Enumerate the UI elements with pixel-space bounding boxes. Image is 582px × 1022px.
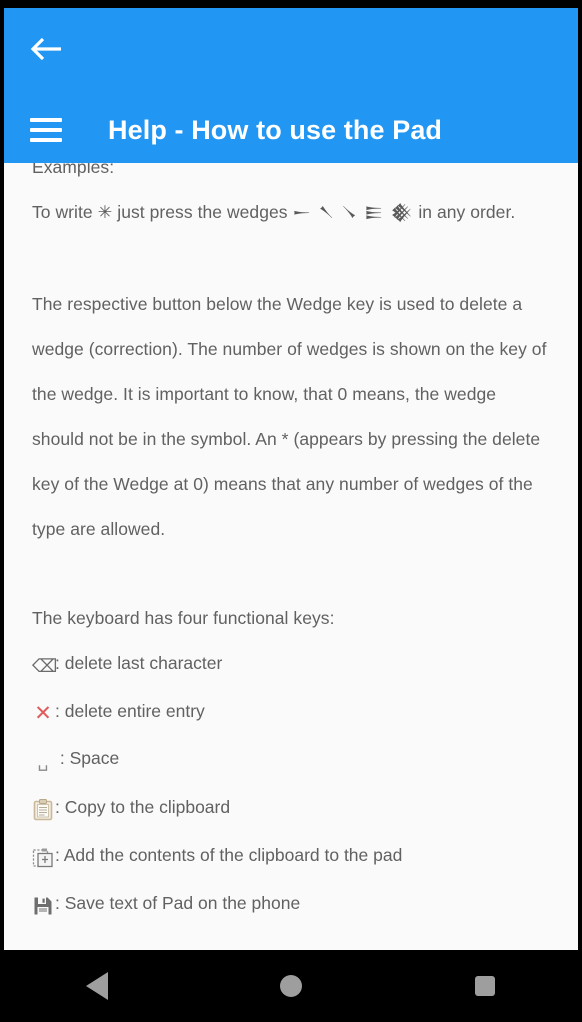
functional-keys-list: ⌫: delete last character ✕: delete entir…	[32, 641, 552, 929]
back-button[interactable]	[22, 24, 72, 74]
list-item: : Save text of Pad on the phone	[32, 881, 552, 929]
list-item-label: : Add the contents of the clipboard to t…	[55, 845, 403, 865]
list-item: : Add the contents of the clipboard to t…	[32, 833, 552, 881]
list-item: ⌫: delete last character	[32, 641, 552, 689]
list-item-label: : delete last character	[55, 653, 223, 673]
example-text-part2: just press the wedges	[117, 202, 288, 222]
list-item: ✕: delete entire entry	[32, 689, 552, 736]
cuneiform-wedges-icon: 𒀸 𒀹 𒀺 𒀼 𒀽	[292, 203, 414, 223]
list-item: ␣ : Space	[32, 736, 552, 785]
paragraph-spacer-2	[32, 552, 552, 596]
square-recents-icon	[475, 976, 495, 996]
paragraph-spacer-1	[32, 236, 552, 282]
example-text-part3: in any	[418, 202, 466, 222]
space-icon: ␣	[37, 752, 49, 772]
red-x-icon: ✕	[34, 701, 52, 725]
list-item-label: : Space	[55, 748, 120, 768]
paste-icon	[32, 836, 54, 881]
arrow-left-icon	[30, 35, 64, 63]
clipped-examples-heading: Examples:	[32, 163, 115, 177]
app-screen: Help - How to use the Pad Examples: To w…	[4, 8, 578, 950]
android-device-frame: Help - How to use the Pad Examples: To w…	[0, 0, 582, 1022]
example-instruction-paragraph: To write ✳ just press the wedges 𒀸 𒀹 𒀺 𒀼…	[32, 190, 552, 236]
list-item-label: : Copy to the clipboard	[55, 797, 231, 817]
example-text-part1: To write	[32, 202, 93, 222]
functional-keys-intro: The keyboard has four functional keys:	[32, 608, 335, 628]
nav-back-button[interactable]	[37, 950, 157, 1022]
list-item-label: : Save text of Pad on the phone	[55, 893, 301, 913]
nav-home-button[interactable]	[231, 950, 351, 1022]
clipboard-icon	[32, 788, 54, 833]
page-title: Help - How to use the Pad	[108, 115, 443, 145]
nav-recents-button[interactable]	[425, 950, 545, 1022]
help-content-scroll-area[interactable]: Examples: To write ✳ just press the wedg…	[4, 163, 578, 950]
backspace-icon: ⌫	[32, 656, 58, 677]
floppy-save-icon	[32, 884, 54, 929]
android-navigation-bar	[0, 950, 582, 1022]
list-item-label: : delete entire entry	[55, 701, 205, 721]
list-item: : Copy to the clipboard	[32, 785, 552, 833]
example-text-part4: order.	[470, 202, 516, 222]
hamburger-menu-icon	[30, 118, 62, 142]
star-wedge-symbol-icon: ✳	[97, 203, 113, 223]
wedge-key-description-paragraph: The respective button below the Wedge ke…	[32, 294, 547, 539]
triangle-back-icon	[86, 972, 108, 1000]
hamburger-menu-button[interactable]	[22, 106, 70, 154]
circle-home-icon	[280, 975, 302, 997]
app-bar: Help - How to use the Pad	[4, 8, 578, 163]
